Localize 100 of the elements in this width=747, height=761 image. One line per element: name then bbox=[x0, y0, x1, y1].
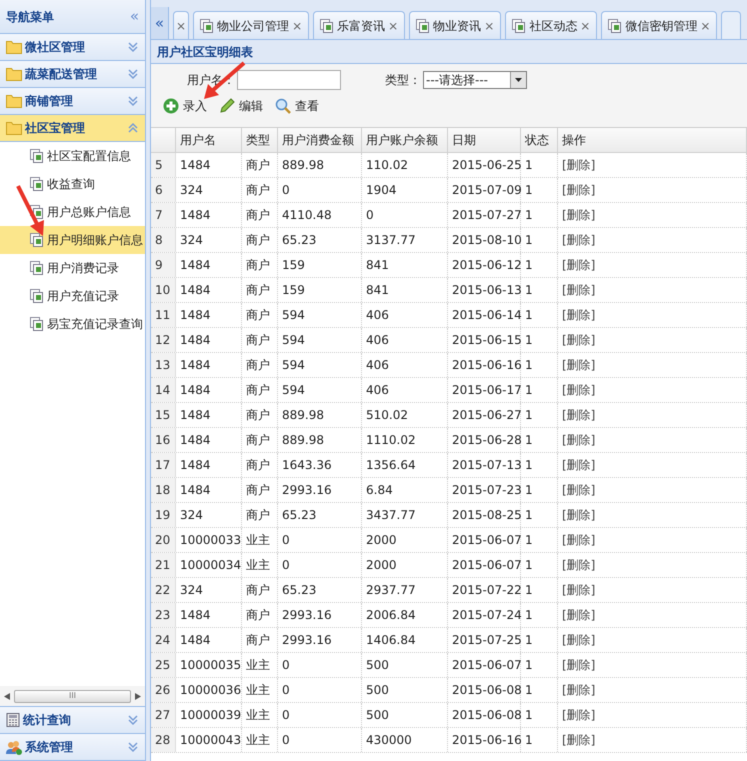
tab-close-button[interactable]: × bbox=[388, 16, 398, 34]
horizontal-scrollbar[interactable]: III bbox=[0, 686, 145, 707]
expand-icon[interactable] bbox=[127, 714, 139, 726]
delete-link[interactable]: [删除] bbox=[558, 703, 747, 727]
tab-close-button[interactable]: × bbox=[580, 16, 590, 34]
menu-section[interactable]: 统计查询 bbox=[0, 707, 145, 734]
table-cell: 2015-06-12 bbox=[448, 253, 521, 277]
delete-link[interactable]: [删除] bbox=[558, 628, 747, 652]
table-cell: 1 bbox=[521, 603, 558, 627]
view-button[interactable]: 查看 bbox=[275, 97, 319, 115]
delete-link[interactable]: [删除] bbox=[558, 228, 747, 252]
delete-link[interactable]: [删除] bbox=[558, 553, 747, 577]
delete-link[interactable]: [删除] bbox=[558, 678, 747, 702]
tab-close-button[interactable]: × bbox=[484, 16, 494, 34]
menu-section[interactable]: 蔬菜配送管理 bbox=[0, 61, 145, 88]
table-cell: 2015-08-25 bbox=[448, 503, 521, 527]
menu-section[interactable]: 社区宝管理 bbox=[0, 115, 145, 142]
delete-link[interactable]: [删除] bbox=[558, 253, 747, 277]
splitter-bar[interactable] bbox=[146, 0, 151, 761]
tab-scroll-button[interactable]: « bbox=[151, 7, 169, 39]
delete-link[interactable]: [删除] bbox=[558, 478, 747, 502]
table-cell: 430000 bbox=[362, 728, 448, 752]
menu-item[interactable]: 收益查询 bbox=[0, 170, 145, 198]
tab[interactable]: 乐富资讯 × bbox=[313, 11, 406, 39]
menu-item-label: 用户总账户信息 bbox=[47, 204, 131, 221]
table-cell: 1484 bbox=[176, 428, 242, 452]
menu-item[interactable]: 社区宝配置信息 bbox=[0, 142, 145, 170]
delete-link[interactable]: [删除] bbox=[558, 453, 747, 477]
table-cell: 0 bbox=[278, 528, 362, 552]
expand-icon[interactable] bbox=[127, 95, 139, 107]
delete-link[interactable]: [删除] bbox=[558, 528, 747, 552]
column-header[interactable]: 用户消费金额 bbox=[278, 128, 362, 152]
delete-link[interactable]: [删除] bbox=[558, 603, 747, 627]
delete-link[interactable]: [删除] bbox=[558, 328, 747, 352]
delete-link[interactable]: [删除] bbox=[558, 203, 747, 227]
tab-close-button[interactable]: × bbox=[700, 16, 710, 34]
users-icon bbox=[6, 740, 22, 754]
table-cell: 0 bbox=[362, 203, 448, 227]
edit-button[interactable]: 编辑 bbox=[219, 97, 263, 115]
menu-item[interactable]: 用户总账户信息 bbox=[0, 198, 145, 226]
menu-item[interactable]: 用户明细账户信息 bbox=[0, 226, 145, 254]
delete-link[interactable]: [删除] bbox=[558, 178, 747, 202]
table-cell: 2015-06-15 bbox=[448, 328, 521, 352]
delete-link[interactable]: [删除] bbox=[558, 303, 747, 327]
delete-link[interactable]: [删除] bbox=[558, 503, 747, 527]
delete-link[interactable]: [删除] bbox=[558, 578, 747, 602]
delete-link[interactable]: [删除] bbox=[558, 728, 747, 752]
delete-link[interactable]: [删除] bbox=[558, 428, 747, 452]
menu-item[interactable]: 易宝充值记录查询 bbox=[0, 310, 145, 338]
table-cell: 商户 bbox=[242, 378, 278, 402]
column-header[interactable]: 类型 bbox=[242, 128, 278, 152]
folder-icon bbox=[6, 67, 22, 81]
scroll-right-icon[interactable] bbox=[135, 692, 141, 700]
row-number: 9 bbox=[151, 253, 176, 277]
column-header[interactable]: 用户账户余额 bbox=[362, 128, 448, 152]
add-button[interactable]: 录入 bbox=[163, 97, 207, 115]
menu-item[interactable]: 用户消费记录 bbox=[0, 254, 145, 282]
menu-section[interactable]: 微社区管理 bbox=[0, 34, 145, 61]
tab[interactable]: 物业资讯 × bbox=[409, 11, 502, 39]
table-cell: 1 bbox=[521, 353, 558, 377]
section-label: 商铺管理 bbox=[25, 93, 74, 110]
table-cell: 2015-07-23 bbox=[448, 478, 521, 502]
delete-link[interactable]: [删除] bbox=[558, 653, 747, 677]
column-header[interactable]: 用户名 bbox=[176, 128, 242, 152]
tab[interactable]: 物业公司管理 × bbox=[193, 11, 310, 39]
username-field[interactable] bbox=[237, 70, 341, 90]
menu-item[interactable]: 用户充值记录 bbox=[0, 282, 145, 310]
collapse-icon[interactable] bbox=[127, 122, 139, 134]
table-cell: 594 bbox=[278, 303, 362, 327]
column-header[interactable]: 操作 bbox=[558, 128, 747, 152]
type-dropdown[interactable]: ---请选择--- bbox=[423, 71, 527, 89]
table-cell: 1 bbox=[521, 378, 558, 402]
table-cell: 159 bbox=[278, 278, 362, 302]
tab-close-button[interactable]: × bbox=[292, 16, 302, 34]
scroll-left-icon[interactable] bbox=[4, 692, 10, 700]
delete-link[interactable]: [删除] bbox=[558, 153, 747, 177]
expand-icon[interactable] bbox=[127, 68, 139, 80]
expand-icon[interactable] bbox=[127, 41, 139, 53]
page-icon bbox=[512, 18, 526, 32]
tab-close-button[interactable]: × bbox=[176, 16, 186, 34]
scrollbar-thumb[interactable]: III bbox=[14, 690, 131, 702]
delete-link[interactable]: [删除] bbox=[558, 403, 747, 427]
tab[interactable] bbox=[721, 11, 742, 39]
delete-link[interactable]: [删除] bbox=[558, 353, 747, 377]
delete-link[interactable]: [删除] bbox=[558, 378, 747, 402]
row-number: 16 bbox=[151, 428, 176, 452]
table-cell: 0 bbox=[278, 703, 362, 727]
menu-section[interactable]: 系统管理 bbox=[0, 734, 145, 761]
delete-link[interactable]: [删除] bbox=[558, 278, 747, 302]
table-cell: 业主 bbox=[242, 553, 278, 577]
menu-section[interactable]: 商铺管理 bbox=[0, 88, 145, 115]
row-number: 18 bbox=[151, 478, 176, 502]
row-number: 14 bbox=[151, 378, 176, 402]
column-header[interactable]: 状态 bbox=[521, 128, 558, 152]
tab[interactable]: × bbox=[173, 11, 190, 39]
expand-icon[interactable] bbox=[127, 741, 139, 753]
tab[interactable]: 微信密钥管理 × bbox=[601, 11, 718, 39]
column-header[interactable]: 日期 bbox=[448, 128, 521, 152]
tab[interactable]: 社区动态 × bbox=[505, 11, 598, 39]
table-cell: 0 bbox=[278, 178, 362, 202]
